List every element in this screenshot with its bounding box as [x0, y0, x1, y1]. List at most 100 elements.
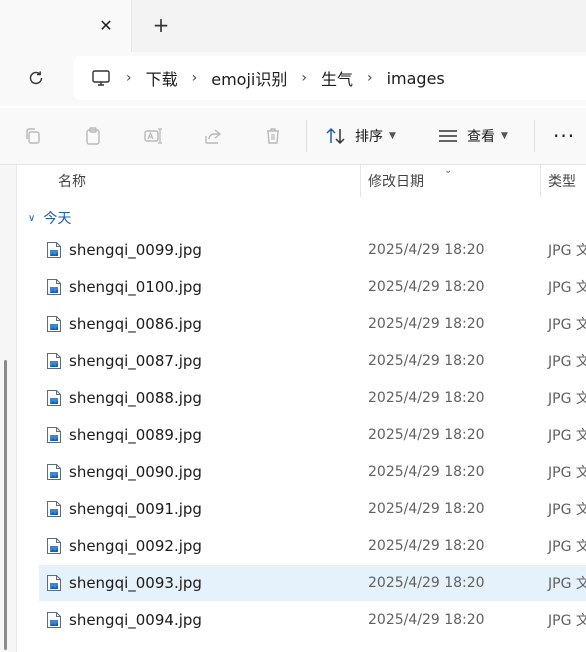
- file-row[interactable]: shengqi_0090.jpg 2025/4/29 18:20 JPG 文: [39, 454, 586, 490]
- file-row[interactable]: shengqi_0088.jpg 2025/4/29 18:20 JPG 文: [39, 380, 586, 416]
- file-type: JPG 文: [548, 428, 586, 444]
- file-type: JPG 文: [548, 465, 586, 481]
- column-header-name[interactable]: 名称: [58, 165, 86, 197]
- file-row[interactable]: shengqi_0094.jpg 2025/4/29 18:20 JPG 文: [39, 602, 586, 638]
- file-type: JPG 文: [548, 539, 586, 555]
- column-header-type[interactable]: 类型: [548, 165, 576, 197]
- file-name: shengqi_0099.jpg: [69, 241, 202, 259]
- file-modified-date: 2025/4/29 18:20: [368, 538, 485, 554]
- sort-label: 排序: [355, 129, 383, 145]
- file-modified-date: 2025/4/29 18:20: [368, 612, 485, 628]
- this-pc-icon[interactable]: [90, 67, 112, 89]
- active-tab[interactable]: ✕: [0, 0, 132, 52]
- column-divider[interactable]: [360, 165, 361, 197]
- image-file-icon: [46, 278, 62, 296]
- file-name: shengqi_0089.jpg: [69, 426, 202, 444]
- file-modified-date: 2025/4/29 18:20: [368, 316, 485, 332]
- file-row[interactable]: shengqi_0087.jpg 2025/4/29 18:20 JPG 文: [39, 343, 586, 379]
- chevron-right-icon[interactable]: ›: [301, 70, 307, 86]
- file-name: shengqi_0092.jpg: [69, 537, 202, 555]
- sort-indicator-icon: ⌄: [444, 165, 453, 176]
- navigation-pane-edge: [0, 165, 17, 652]
- file-modified-date: 2025/4/29 18:20: [368, 464, 485, 480]
- image-file-icon: [46, 537, 62, 555]
- file-row[interactable]: shengqi_0089.jpg 2025/4/29 18:20 JPG 文: [39, 417, 586, 453]
- view-button[interactable]: 查看 ▼: [437, 122, 508, 150]
- image-file-icon: [46, 500, 62, 518]
- command-bar: 排序 ▼ 查看 ▼: [0, 108, 586, 165]
- breadcrumb-emoji[interactable]: emoji识别: [211, 66, 287, 90]
- share-icon[interactable]: [201, 124, 225, 148]
- file-type: JPG 文: [548, 576, 586, 592]
- image-file-icon: [46, 611, 62, 629]
- address-row: › 下载 › emoji识别 › 生气 › images: [0, 52, 586, 106]
- file-list: 名称 ⌄ 修改日期 类型 ∨ 今天 shengqi_0099.jpg 2025/4…: [0, 165, 586, 652]
- image-file-icon: [46, 352, 62, 370]
- file-modified-date: 2025/4/29 18:20: [368, 390, 485, 406]
- copy-icon[interactable]: [21, 124, 45, 148]
- column-divider[interactable]: [540, 165, 541, 197]
- chevron-down-icon: ▼: [501, 131, 508, 141]
- chevron-down-icon[interactable]: ∨: [28, 213, 35, 224]
- file-name: shengqi_0094.jpg: [69, 611, 202, 629]
- breadcrumb-images[interactable]: images: [387, 69, 445, 88]
- file-row[interactable]: shengqi_0093.jpg 2025/4/29 18:20 JPG 文: [39, 565, 586, 601]
- chevron-down-icon: ▼: [389, 131, 396, 141]
- file-modified-date: 2025/4/29 18:20: [368, 353, 485, 369]
- file-type: JPG 文: [548, 280, 586, 296]
- file-modified-date: 2025/4/29 18:20: [368, 575, 485, 591]
- file-name: shengqi_0090.jpg: [69, 463, 202, 481]
- file-type: JPG 文: [548, 243, 586, 259]
- toolbar-separator: [306, 120, 307, 152]
- new-tab-button[interactable]: +: [150, 13, 172, 37]
- file-name: shengqi_0087.jpg: [69, 352, 202, 370]
- image-file-icon: [46, 389, 62, 407]
- close-tab-icon[interactable]: ✕: [95, 14, 117, 36]
- file-row[interactable]: shengqi_0100.jpg 2025/4/29 18:20 JPG 文: [39, 269, 586, 305]
- group-label: 今天: [43, 211, 72, 227]
- file-modified-date: 2025/4/29 18:20: [368, 242, 485, 258]
- file-modified-date: 2025/4/29 18:20: [368, 427, 485, 443]
- image-file-icon: [46, 463, 62, 481]
- breadcrumb-downloads[interactable]: 下载: [146, 66, 178, 90]
- file-name: shengqi_0100.jpg: [69, 278, 202, 296]
- chevron-right-icon[interactable]: ›: [192, 70, 198, 86]
- scrollbar-thumb[interactable]: [4, 360, 7, 650]
- sort-icon: [326, 127, 345, 145]
- chevron-right-icon[interactable]: ›: [126, 70, 132, 86]
- chevron-right-icon[interactable]: ›: [367, 70, 373, 86]
- toolbar-separator: [534, 120, 535, 152]
- rename-icon[interactable]: [141, 124, 165, 148]
- file-type: JPG 文: [548, 502, 586, 518]
- tab-strip: ✕ +: [0, 0, 586, 52]
- breadcrumb-angry[interactable]: 生气: [321, 66, 353, 90]
- sort-button[interactable]: 排序 ▼: [325, 122, 396, 150]
- paste-icon[interactable]: [81, 124, 105, 148]
- file-row[interactable]: shengqi_0091.jpg 2025/4/29 18:20 JPG 文: [39, 491, 586, 527]
- view-icon: [439, 130, 457, 142]
- file-modified-date: 2025/4/29 18:20: [368, 279, 485, 295]
- delete-icon[interactable]: [261, 124, 285, 148]
- file-type: JPG 文: [548, 354, 586, 370]
- file-name: shengqi_0091.jpg: [69, 500, 202, 518]
- image-file-icon: [46, 574, 62, 592]
- file-modified-date: 2025/4/29 18:20: [368, 501, 485, 517]
- file-type: JPG 文: [548, 391, 586, 407]
- view-label: 查看: [467, 129, 495, 145]
- file-name: shengqi_0086.jpg: [69, 315, 202, 333]
- image-file-icon: [46, 426, 62, 444]
- refresh-icon[interactable]: [22, 64, 50, 92]
- file-name: shengqi_0093.jpg: [69, 574, 202, 592]
- file-row[interactable]: shengqi_0086.jpg 2025/4/29 18:20 JPG 文: [39, 306, 586, 342]
- file-row[interactable]: shengqi_0092.jpg 2025/4/29 18:20 JPG 文: [39, 528, 586, 564]
- more-options-button[interactable]: ···: [553, 124, 575, 148]
- file-name: shengqi_0088.jpg: [69, 389, 202, 407]
- file-type: JPG 文: [548, 317, 586, 333]
- file-type: JPG 文: [548, 613, 586, 629]
- image-file-icon: [46, 241, 62, 259]
- group-header-today[interactable]: ∨ 今天: [28, 207, 71, 229]
- file-row[interactable]: shengqi_0099.jpg 2025/4/29 18:20 JPG 文: [39, 232, 586, 268]
- column-header-modified[interactable]: 修改日期: [368, 165, 424, 197]
- address-bar[interactable]: › 下载 › emoji识别 › 生气 › images: [74, 56, 586, 100]
- image-file-icon: [46, 315, 62, 333]
